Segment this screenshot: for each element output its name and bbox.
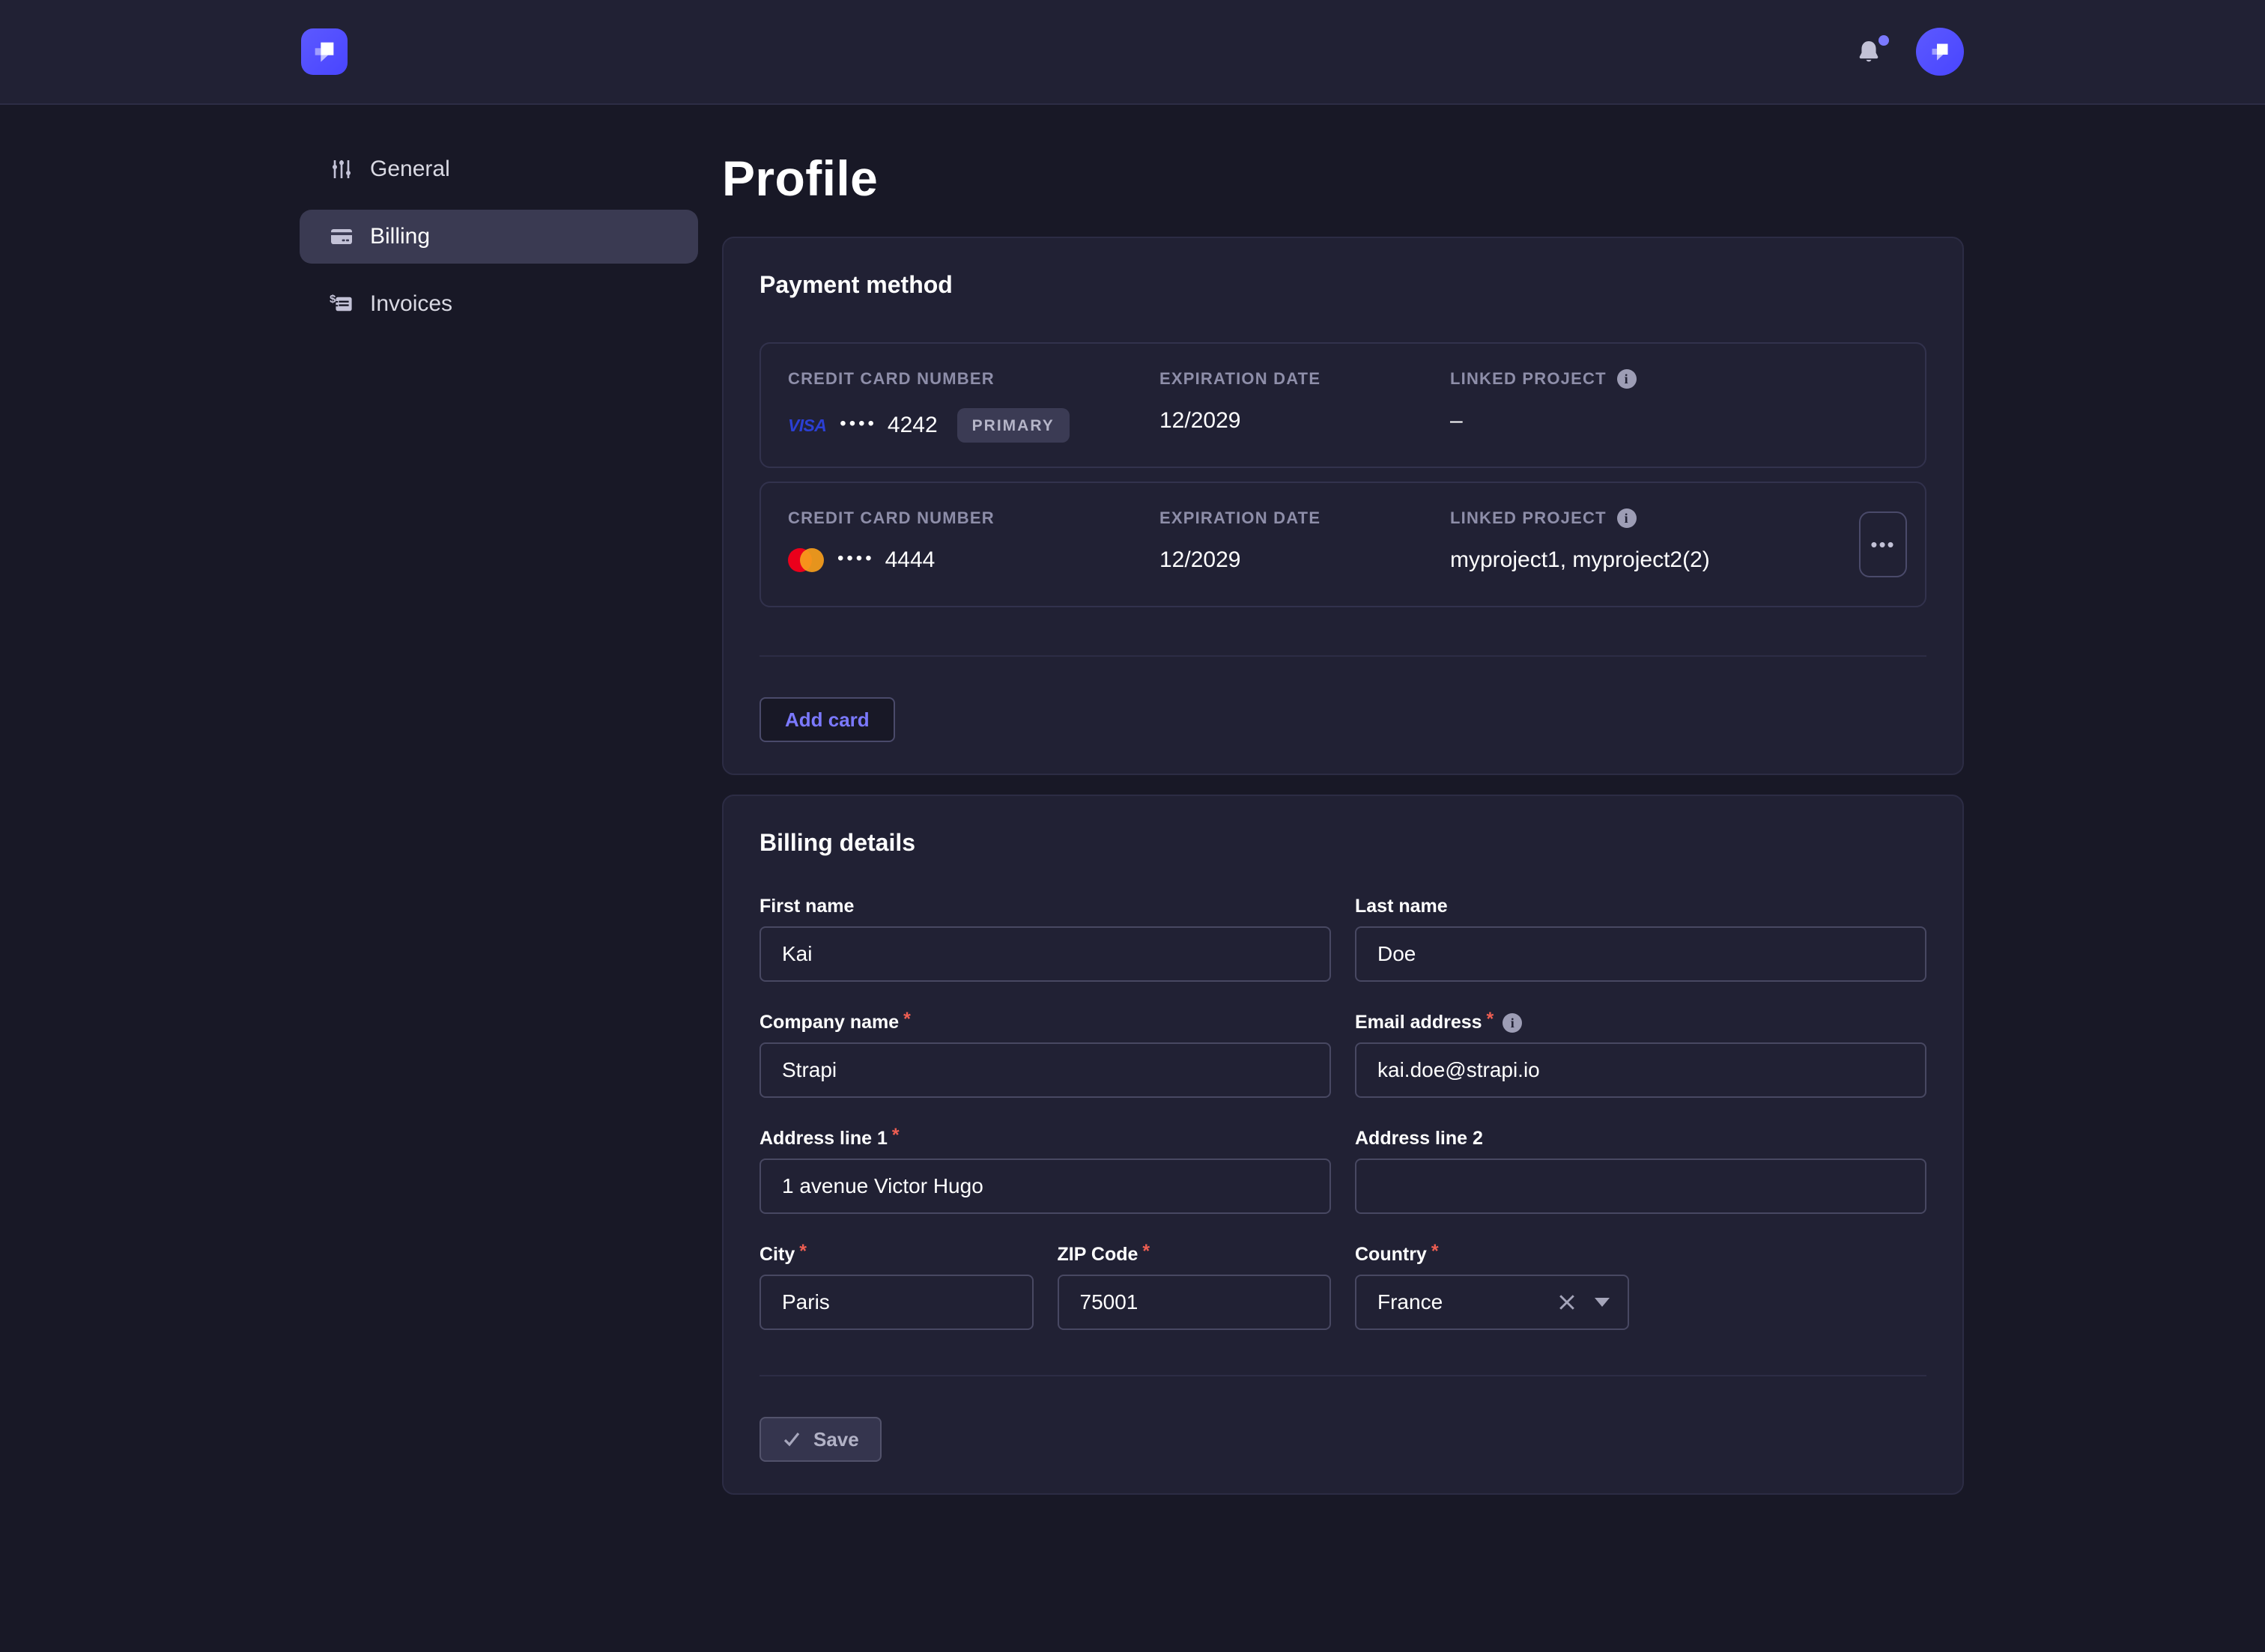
chevron-down-icon[interactable] [1595, 1298, 1610, 1307]
payment-card-row-mastercard: CREDIT CARD NUMBER •••• 4444 EXPIRATION … [759, 482, 1926, 607]
invoice-icon: $ [330, 292, 354, 316]
info-icon[interactable] [1617, 369, 1637, 389]
address-line1-input[interactable] [759, 1158, 1331, 1214]
notification-dot [1879, 35, 1889, 46]
country-select[interactable]: France [1355, 1275, 1629, 1330]
linked-project-label: LINKED PROJECT [1450, 369, 1907, 389]
main-content: Profile Payment method CREDIT CARD NUMBE… [722, 105, 1964, 1495]
payment-card-row-visa: CREDIT CARD NUMBER VISA •••• 4242 PRIMAR… [759, 342, 1926, 468]
company-name-label: Company name* [759, 1012, 1331, 1033]
company-name-input[interactable] [759, 1042, 1331, 1098]
required-asterisk: * [1431, 1241, 1439, 1263]
payment-method-panel: Payment method CREDIT CARD NUMBER VISA •… [722, 237, 1964, 775]
svg-text:$: $ [330, 293, 336, 306]
payment-divider [759, 655, 1926, 657]
expiration-date-value: 12/2029 [1159, 547, 1450, 573]
country-value: France [1377, 1290, 1539, 1314]
card-last4: 4242 [888, 413, 938, 438]
linked-project-value: – [1450, 408, 1907, 434]
sliders-icon [330, 157, 354, 181]
billing-details-title: Billing details [759, 829, 1926, 857]
country-label: Country* [1355, 1244, 1629, 1266]
card-actions-menu-button[interactable]: ••• [1859, 511, 1907, 577]
address-line1-label: Address line 1* [759, 1128, 1331, 1150]
sidebar-item-label: General [370, 157, 450, 182]
email-address-label: Email address* [1355, 1012, 1926, 1033]
required-asterisk: * [1142, 1241, 1150, 1263]
strapi-logo-glyph [309, 37, 339, 67]
last-name-input[interactable] [1355, 926, 1926, 982]
topbar-right [1856, 28, 1964, 76]
masked-digits: •••• [840, 413, 877, 434]
topbar [0, 0, 2265, 105]
page-title: Profile [722, 150, 1964, 207]
strapi-logo[interactable] [301, 28, 348, 75]
app-root: General Billing $ [0, 0, 2265, 1652]
save-button-label: Save [813, 1428, 859, 1451]
save-button[interactable]: Save [759, 1417, 882, 1462]
city-label: City* [759, 1244, 1034, 1266]
clear-icon[interactable] [1559, 1294, 1575, 1311]
expiration-date-label: EXPIRATION DATE [1159, 508, 1450, 528]
ellipsis-icon: ••• [1870, 533, 1895, 556]
zip-code-label: ZIP Code* [1058, 1244, 1332, 1266]
address-line2-label: Address line 2 [1355, 1128, 1926, 1150]
zip-code-input[interactable] [1058, 1275, 1332, 1330]
add-card-button[interactable]: Add card [759, 697, 895, 742]
info-icon[interactable] [1503, 1013, 1522, 1033]
linked-project-value: myproject1, myproject2(2) [1450, 547, 1907, 573]
required-asterisk: * [1487, 1009, 1494, 1030]
mastercard-logo [788, 548, 824, 572]
credit-card-icon [330, 225, 354, 249]
email-address-input[interactable] [1355, 1042, 1926, 1098]
spacer [1653, 1244, 1927, 1330]
bell-icon [1856, 38, 1882, 65]
check-icon [782, 1430, 801, 1448]
expiration-date-value: 12/2029 [1159, 408, 1450, 434]
first-name-input[interactable] [759, 926, 1331, 982]
billing-divider [759, 1375, 1926, 1376]
sidebar-item-billing[interactable]: Billing [300, 210, 698, 264]
expiration-date-label: EXPIRATION DATE [1159, 369, 1450, 389]
sidebar-item-label: Billing [370, 224, 430, 249]
required-asterisk: * [799, 1241, 807, 1263]
linked-project-label: LINKED PROJECT [1450, 508, 1907, 528]
payment-method-title: Payment method [759, 271, 1926, 299]
notifications-button[interactable] [1856, 38, 1883, 65]
sidebar-item-general[interactable]: General [300, 142, 698, 196]
sidebar-item-invoices[interactable]: $ Invoices [300, 277, 698, 331]
address-line2-input[interactable] [1355, 1158, 1926, 1214]
masked-digits: •••• [837, 548, 875, 569]
settings-sidebar: General Billing $ [300, 105, 698, 1495]
billing-details-panel: Billing details First name Last name [722, 795, 1964, 1495]
city-input[interactable] [759, 1275, 1034, 1330]
first-name-label: First name [759, 896, 1331, 917]
card-last4: 4444 [885, 547, 936, 573]
visa-logo: VISA [788, 416, 826, 436]
required-asterisk: * [892, 1125, 900, 1147]
primary-badge: PRIMARY [957, 408, 1070, 443]
credit-card-number-label: CREDIT CARD NUMBER [788, 508, 1159, 528]
strapi-avatar-glyph [1927, 39, 1953, 64]
last-name-label: Last name [1355, 896, 1926, 917]
credit-card-number-label: CREDIT CARD NUMBER [788, 369, 1159, 389]
avatar[interactable] [1916, 28, 1964, 76]
sidebar-item-label: Invoices [370, 291, 452, 317]
required-asterisk: * [903, 1009, 911, 1030]
info-icon[interactable] [1617, 508, 1637, 528]
